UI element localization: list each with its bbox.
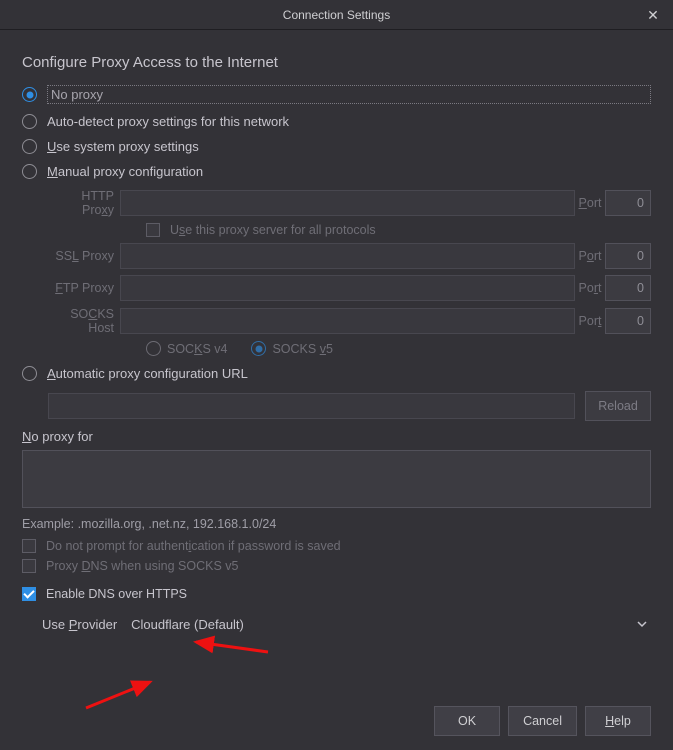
http-proxy-label: HTTP Proxy	[48, 189, 120, 217]
enable-doh-label: Enable DNS over HTTPS	[46, 587, 187, 601]
radio-use-system-row[interactable]: Use system proxy settings	[22, 139, 651, 154]
radio-no-proxy-row[interactable]: No proxy	[22, 85, 651, 104]
cancel-button[interactable]: Cancel	[508, 706, 577, 736]
radio-auto-detect-label: Auto-detect proxy settings for this netw…	[47, 114, 289, 129]
http-proxy-input[interactable]	[120, 190, 575, 216]
auto-url-input[interactable]	[48, 393, 575, 419]
proxy-dns-checkbox[interactable]	[22, 559, 36, 573]
radio-auto-url[interactable]	[22, 366, 37, 381]
radio-no-proxy-label: No proxy	[47, 85, 651, 104]
no-proxy-for-label: No proxy for	[22, 429, 651, 444]
radio-socks4[interactable]	[146, 341, 161, 356]
window-title: Connection Settings	[283, 8, 390, 22]
socks-host-input[interactable]	[120, 308, 575, 334]
provider-value: Cloudflare (Default)	[131, 617, 244, 632]
radio-manual-row[interactable]: Manual proxy configuration	[22, 164, 651, 179]
enable-doh-checkbox[interactable]	[22, 587, 36, 601]
ftp-proxy-label: FTP Proxy	[48, 281, 120, 295]
ssl-proxy-label: SSL Proxy	[48, 249, 120, 263]
radio-socks5[interactable]	[251, 341, 266, 356]
footer-buttons: OK Cancel Help	[434, 706, 651, 736]
ssl-port-label: Port	[575, 249, 605, 263]
http-port-label: Port	[575, 196, 605, 210]
ssl-proxy-input[interactable]	[120, 243, 575, 269]
socks-port-label: Port	[575, 314, 605, 328]
close-button[interactable]: ✕	[633, 0, 673, 30]
close-icon: ✕	[647, 7, 659, 24]
radio-no-proxy[interactable]	[22, 87, 37, 102]
ssl-port-input[interactable]	[605, 243, 651, 269]
radio-manual-label: Manual proxy configuration	[47, 164, 203, 179]
ftp-port-input[interactable]	[605, 275, 651, 301]
socks-port-input[interactable]	[605, 308, 651, 334]
titlebar: Connection Settings ✕	[0, 0, 673, 30]
ok-button[interactable]: OK	[434, 706, 500, 736]
radio-auto-url-label: Automatic proxy configuration URL	[47, 366, 248, 381]
radio-socks4-label: SOCKS v4	[167, 342, 227, 356]
content: Configure Proxy Access to the Internet N…	[0, 30, 673, 653]
radio-use-system[interactable]	[22, 139, 37, 154]
help-button[interactable]: Help	[585, 706, 651, 736]
chevron-down-icon	[637, 619, 647, 629]
no-auth-prompt-label: Do not prompt for authentication if pass…	[46, 539, 341, 553]
use-all-protocols-label: Use this proxy server for all protocols	[170, 223, 376, 237]
use-all-protocols-checkbox[interactable]	[146, 223, 160, 237]
provider-select[interactable]: Cloudflare (Default)	[131, 611, 651, 637]
proxy-dns-label: Proxy DNS when using SOCKS v5	[46, 559, 238, 573]
radio-socks5-label: SOCKS v5	[272, 342, 332, 356]
ftp-port-label: Port	[575, 281, 605, 295]
radio-auto-detect-row[interactable]: Auto-detect proxy settings for this netw…	[22, 114, 651, 129]
no-proxy-example: Example: .mozilla.org, .net.nz, 192.168.…	[22, 517, 651, 531]
radio-auto-url-row[interactable]: Automatic proxy configuration URL	[22, 366, 651, 381]
radio-auto-detect[interactable]	[22, 114, 37, 129]
reload-button[interactable]: Reload	[585, 391, 651, 421]
no-proxy-for-input[interactable]	[22, 450, 651, 508]
ftp-proxy-input[interactable]	[120, 275, 575, 301]
provider-label: Use Provider	[42, 617, 117, 632]
no-auth-prompt-checkbox[interactable]	[22, 539, 36, 553]
annotation-arrow-2	[82, 678, 156, 712]
http-port-input[interactable]	[605, 190, 651, 216]
page-heading: Configure Proxy Access to the Internet	[22, 54, 651, 71]
manual-proxy-section: HTTP Proxy Port Use this proxy server fo…	[48, 189, 651, 356]
radio-manual[interactable]	[22, 164, 37, 179]
socks-host-label: SOCKS Host	[48, 307, 120, 335]
radio-use-system-label: Use system proxy settings	[47, 139, 199, 154]
